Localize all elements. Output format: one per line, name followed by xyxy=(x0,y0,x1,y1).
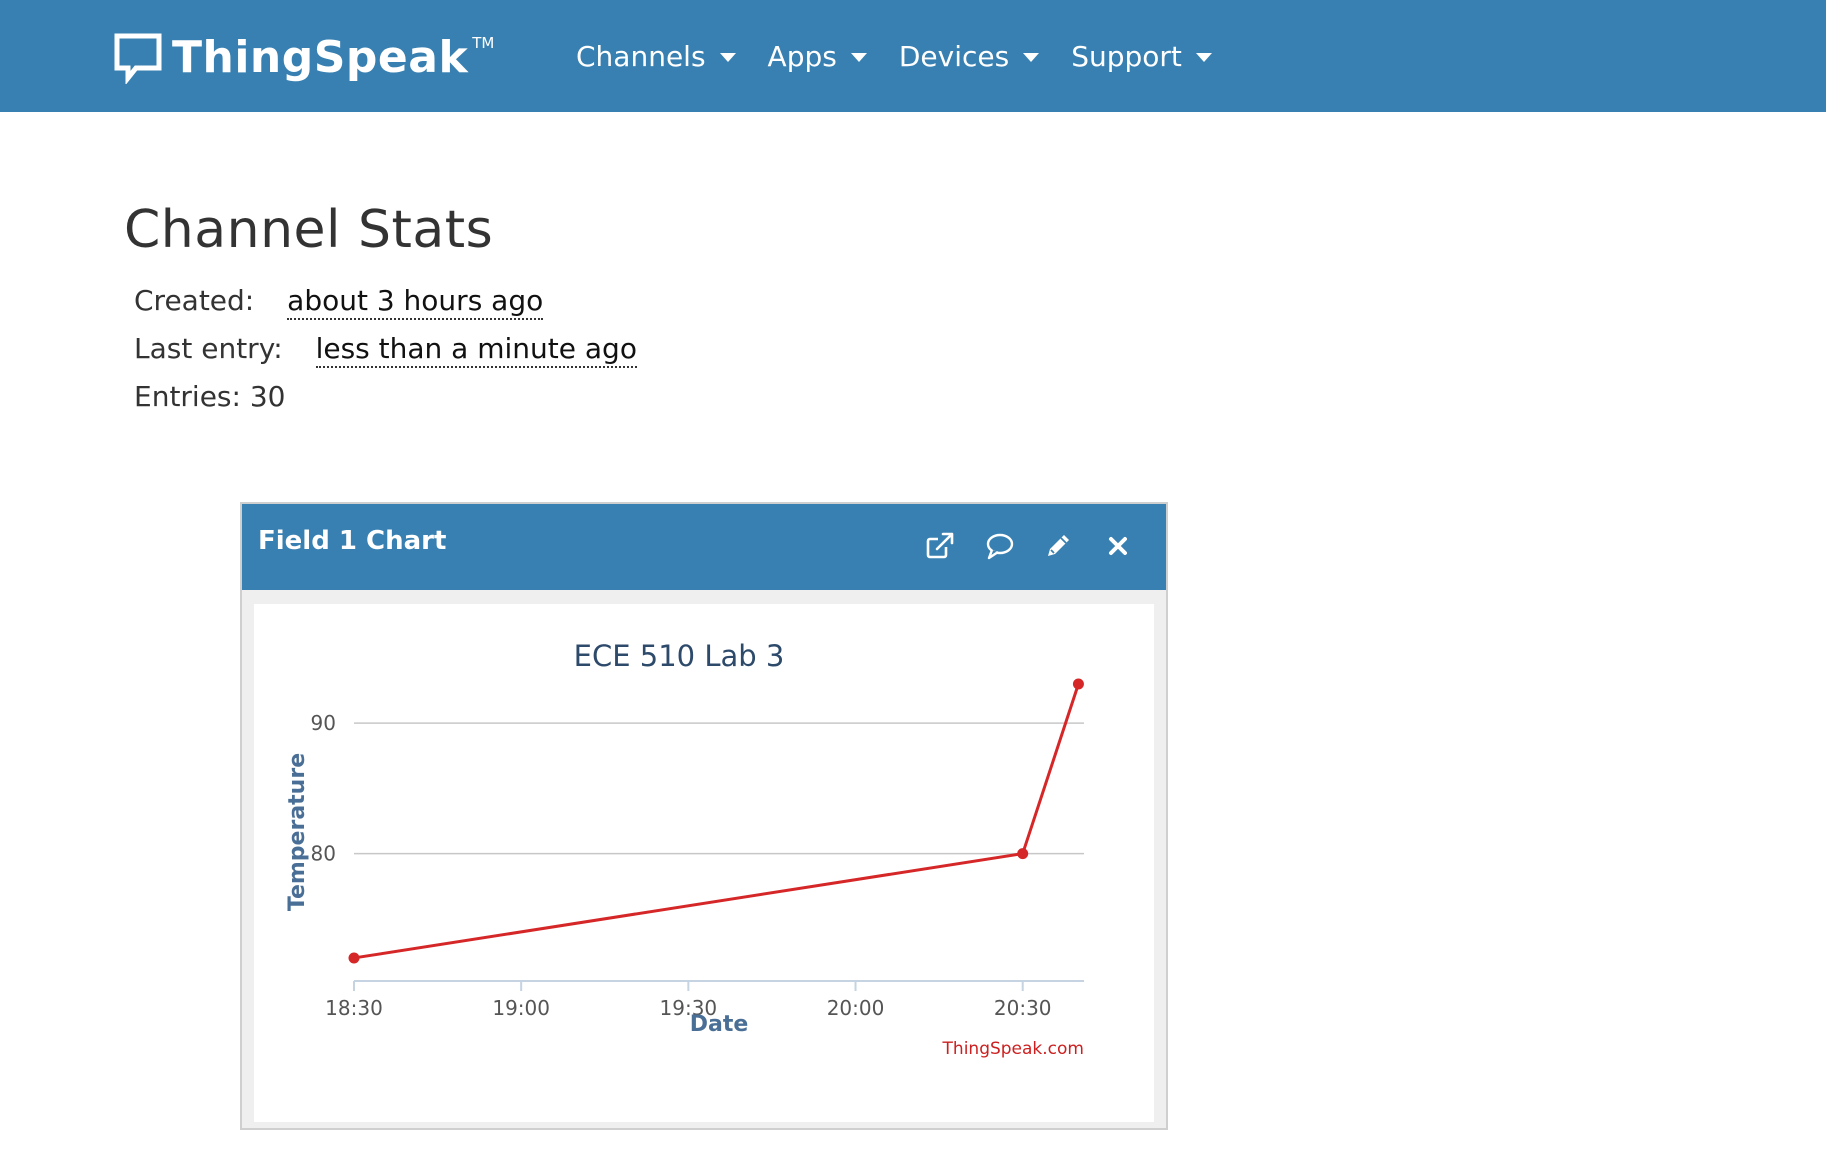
speech-bubble-icon xyxy=(114,33,162,84)
last-entry-value: less than a minute ago xyxy=(315,332,637,368)
x-tick-label: 18:30 xyxy=(325,996,383,1020)
main-nav: Channels Apps Devices Support xyxy=(576,0,1244,112)
nav-channels-dropdown[interactable]: Channels xyxy=(576,40,736,73)
brand-trademark: TM xyxy=(472,34,495,52)
stat-entries: Entries: 30 xyxy=(134,380,285,413)
widget-header: Field 1 Chart xyxy=(242,504,1166,590)
stat-last-entry: Last entry: less than a minute ago xyxy=(134,332,637,368)
x-axis-title: Date xyxy=(690,1012,749,1037)
nav-devices-dropdown[interactable]: Devices xyxy=(898,39,1040,73)
last-entry-label: Last entry: xyxy=(134,332,283,365)
caret-down-icon xyxy=(719,52,736,62)
nav-apps-label: Apps xyxy=(767,39,837,73)
chart-container: 80 90 18:30 19:00 19:30 20:00 20:30 ECE 510 La… xyxy=(254,604,1154,1122)
caret-down-icon xyxy=(1195,52,1212,62)
data-point[interactable] xyxy=(348,952,360,964)
entries-text: Entries: 30 xyxy=(134,380,286,413)
nav-apps-dropdown[interactable]: Apps xyxy=(768,40,867,73)
x-tick-label: 20:30 xyxy=(994,996,1052,1020)
created-label: Created: xyxy=(134,284,255,317)
nav-devices-label: Devices xyxy=(898,39,1010,73)
created-value: about 3 hours ago xyxy=(287,284,544,320)
widget-title: Field 1 Chart xyxy=(258,526,447,556)
x-tick-label: 19:00 xyxy=(492,996,550,1020)
x-tick-label: 20:00 xyxy=(827,996,885,1020)
series-line xyxy=(353,683,1080,960)
y-axis-title: Temperature xyxy=(285,753,310,911)
caret-down-icon xyxy=(850,52,867,62)
nav-support-label: Support xyxy=(1071,39,1182,73)
nav-channels-label: Channels xyxy=(576,39,706,73)
line-chart: 809018:30 19:00 19:30 20:00 20:30 ECE 510 La… xyxy=(285,639,1084,1059)
field-chart-widget: Field 1 Chart 80 90 18:30 19:00 19:30 20:00 20… xyxy=(240,502,1168,1130)
y-tick-label: 80 xyxy=(311,842,336,866)
stat-created: Created: about 3 hours ago xyxy=(134,284,544,320)
close-icon[interactable] xyxy=(1102,530,1134,562)
comment-icon[interactable] xyxy=(984,530,1016,562)
top-navbar: ThingSpeak TM Channels Apps Devices Supp… xyxy=(0,0,1826,112)
data-point[interactable] xyxy=(1017,848,1029,860)
chart-title: ECE 510 Lab 3 xyxy=(574,639,785,673)
chart-credit-link[interactable]: ThingSpeak.com xyxy=(942,1039,1084,1059)
brand-logo[interactable]: ThingSpeak TM xyxy=(114,30,494,86)
caret-down-icon xyxy=(1023,52,1040,62)
brand-name: ThingSpeak xyxy=(172,32,469,83)
data-point[interactable] xyxy=(1072,678,1084,690)
page-title: Channel Stats xyxy=(124,200,494,260)
pencil-icon[interactable] xyxy=(1042,530,1074,562)
y-tick-label: 90 xyxy=(311,711,336,735)
external-link-icon[interactable] xyxy=(924,530,956,562)
nav-support-dropdown[interactable]: Support xyxy=(1071,40,1212,73)
